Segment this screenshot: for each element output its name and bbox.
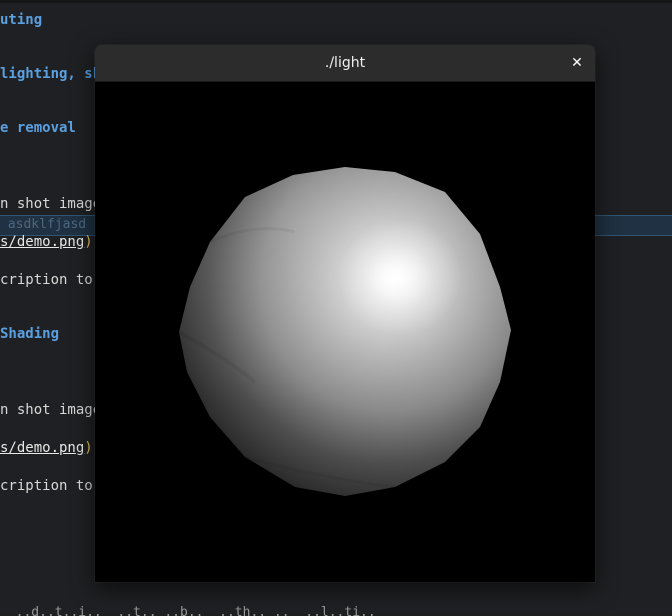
sphere-facet-shading: [179, 167, 511, 496]
editor-line-heading: lighting, sh: [0, 66, 102, 82]
render-canvas[interactable]: [95, 82, 595, 582]
close-icon[interactable]: ✕: [565, 51, 589, 75]
editor-line-text: cription to: [0, 272, 93, 288]
link-close-paren: ): [84, 234, 93, 250]
editor-line-text: n shot image: [0, 402, 102, 418]
light-app-window[interactable]: ./light ✕: [95, 45, 595, 582]
editor-line-link[interactable]: s/demo.png): [0, 232, 93, 252]
editor-line-cutoff: ..d..t..i.. ..t.. ..b.. ..th.. .. ..l..t…: [0, 606, 376, 616]
link-path[interactable]: s/demo.png: [0, 234, 84, 250]
editor-line-heading: Shading: [0, 326, 60, 342]
window-title: ./light: [324, 55, 366, 71]
editor-line-text: cription to: [0, 478, 93, 494]
specular-highlight: [338, 219, 462, 335]
editor-line-heading: e removal: [0, 120, 76, 136]
editor-top-strip: [0, 0, 672, 3]
link-close-paren: ): [84, 440, 93, 456]
window-titlebar[interactable]: ./light ✕: [95, 45, 595, 82]
lit-sphere-render: [178, 167, 511, 496]
link-path[interactable]: s/demo.png: [0, 440, 84, 456]
editor-line-link[interactable]: s/demo.png): [0, 438, 93, 458]
editor-line-heading: uting: [0, 12, 43, 28]
editor-line-text: n shot image: [0, 196, 102, 212]
